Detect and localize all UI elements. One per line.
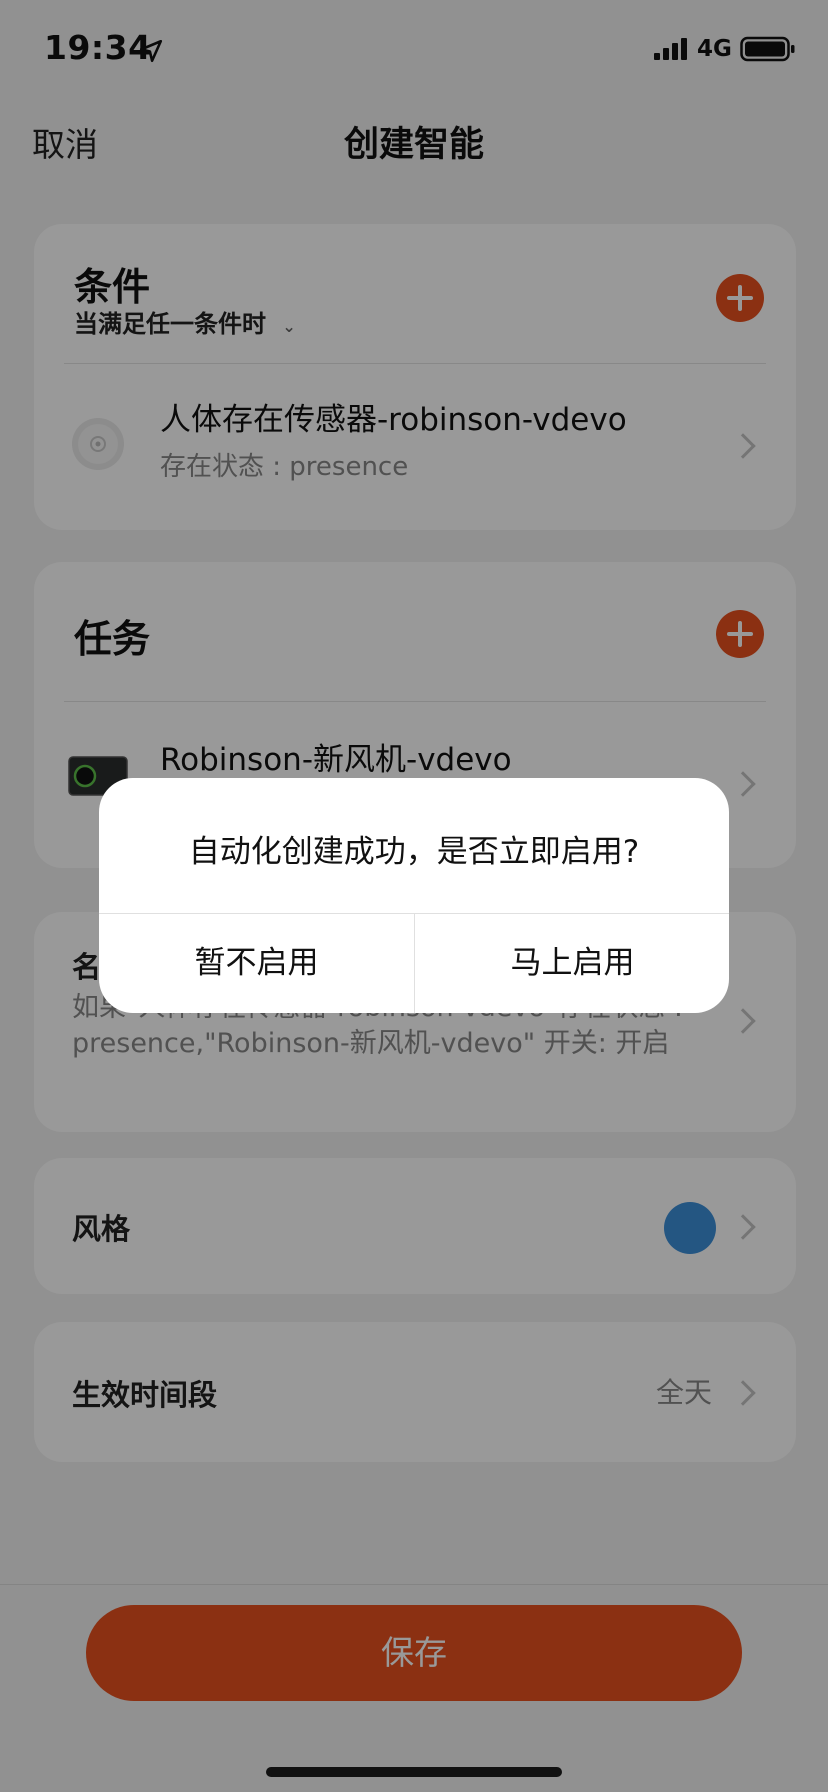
create-automation-screen: 19:34 4G 取消 创建智能 条件 当满足任一条件时 ⌄ 人体存在传感器-r… [0, 0, 828, 1792]
dialog-not-now-button[interactable]: 暂不启用 [99, 914, 414, 1013]
dialog-message: 自动化创建成功，是否立即启用? [188, 834, 640, 870]
home-indicator[interactable] [266, 1767, 562, 1777]
enable-automation-dialog: 自动化创建成功，是否立即启用? 暂不启用 马上启用 [99, 778, 729, 1013]
dialog-enable-now-button[interactable]: 马上启用 [415, 914, 729, 1013]
